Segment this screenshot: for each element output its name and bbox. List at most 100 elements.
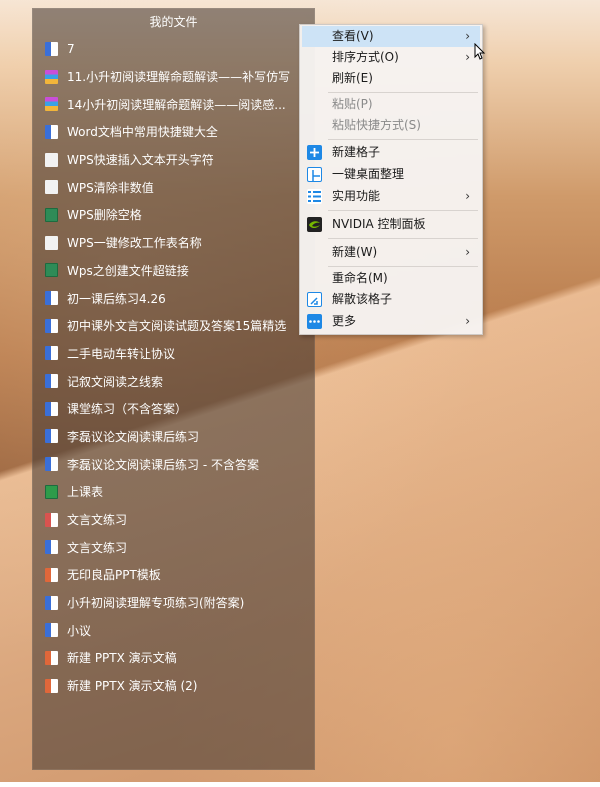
desktop-file-item[interactable]: 新建 PPTX 演示文稿 xyxy=(33,644,314,672)
menu-item-more-label: 更多 xyxy=(332,314,357,328)
menu-item-new-label: 新建(W) xyxy=(332,245,378,259)
menu-separator xyxy=(328,210,478,211)
word-doc-icon xyxy=(45,124,58,139)
desktop-file-item[interactable]: 7 xyxy=(33,35,314,63)
file-label: WPS清除非数值 xyxy=(67,180,154,195)
ppt-icon xyxy=(45,678,58,693)
desktop-file-item[interactable]: WPS删除空格 xyxy=(33,201,314,229)
spreadsheet-icon xyxy=(45,207,58,222)
menu-item-sort[interactable]: 排序方式(O) › xyxy=(302,47,480,68)
spreadsheet-icon xyxy=(45,263,58,278)
word-doc-icon xyxy=(45,595,58,610)
word-doc-icon xyxy=(45,291,58,306)
menu-item-nvidia[interactable]: NVIDIA 控制面板 xyxy=(302,214,480,235)
menu-item-refresh[interactable]: 刷新(E) xyxy=(302,68,480,89)
file-label: 文言文练习 xyxy=(67,513,128,528)
menu-item-utilities[interactable]: 实用功能 › xyxy=(302,186,480,207)
dissolve-icon xyxy=(307,292,322,307)
ppt-icon xyxy=(45,567,58,582)
desktop-file-item[interactable]: 文言文练习 xyxy=(33,506,314,534)
ppt-icon xyxy=(45,650,58,665)
fence-file-list: 7 11.小升初阅读理解命题解读——补写仿写 14小升初阅读理解命题解读——阅读感.… xyxy=(33,35,314,700)
word-doc-icon xyxy=(45,540,58,555)
file-label: 新建 PPTX 演示文稿 (2) xyxy=(67,679,198,694)
desktop-file-item[interactable]: 上课表 xyxy=(33,478,314,506)
desktop-file-item[interactable]: 记叙文阅读之线索 xyxy=(33,367,314,395)
layout-grid-icon xyxy=(307,167,322,182)
menu-item-paste-label: 粘贴(P) xyxy=(332,97,373,111)
desktop-fence[interactable]: 我的文件 7 11.小升初阅读理解命题解读——补写仿写 14小升初阅读理解命题解读—… xyxy=(32,8,315,770)
file-label: 初中课外文言文阅读试题及答案15篇精选 xyxy=(67,319,287,334)
submenu-arrow-icon: › xyxy=(465,245,470,259)
file-label: 记叙文阅读之线索 xyxy=(67,374,164,389)
menu-item-nvidia-label: NVIDIA 控制面板 xyxy=(332,217,426,231)
desktop-file-item[interactable]: 初中课外文言文阅读试题及答案15篇精选 xyxy=(33,312,314,340)
menu-item-dissolve-label: 解散该格子 xyxy=(332,292,393,306)
word-doc-icon xyxy=(45,457,58,472)
desktop-file-item[interactable]: Wps之创建文件超链接 xyxy=(33,257,314,285)
desktop-file-item[interactable]: 二手电动车转让协议 xyxy=(33,340,314,368)
file-label: WPS一键修改工作表名称 xyxy=(67,236,202,251)
file-label: 课堂练习（不含答案） xyxy=(67,402,188,417)
word-doc-icon xyxy=(45,623,58,638)
menu-separator xyxy=(328,139,478,140)
file-label: 初一课后练习4.26 xyxy=(67,291,166,306)
menu-item-rename[interactable]: 重命名(M) xyxy=(302,268,480,289)
blank-file-icon xyxy=(45,235,58,250)
file-label: 李磊议论文阅读课后练习 - 不含答案 xyxy=(67,457,259,472)
word-doc-icon xyxy=(45,41,58,56)
desktop-file-item[interactable]: 新建 PPTX 演示文稿 (2) xyxy=(33,672,314,700)
rar-archive-icon xyxy=(45,69,58,84)
menu-item-view-label: 查看(V) xyxy=(332,29,374,43)
file-label: 14小升初阅读理解命题解读——阅读感... xyxy=(67,97,286,112)
file-label: 文言文练习 xyxy=(67,540,128,555)
menu-item-dissolve[interactable]: 解散该格子 xyxy=(302,289,480,310)
desktop-file-item[interactable]: 李磊议论文阅读课后练习 xyxy=(33,423,314,451)
spreadsheet-icon xyxy=(45,484,58,499)
menu-item-new[interactable]: 新建(W) › xyxy=(302,242,480,263)
file-label: 7 xyxy=(67,41,75,56)
file-label: 小升初阅读理解专项练习(附答案) xyxy=(67,596,245,611)
menu-item-organize[interactable]: 一键桌面整理 xyxy=(302,164,480,185)
desktop-file-item[interactable]: WPS快速插入文本开头字符 xyxy=(33,146,314,174)
desktop-file-item[interactable]: 文言文练习 xyxy=(33,533,314,561)
file-label: WPS删除空格 xyxy=(67,208,142,223)
menu-item-rename-label: 重命名(M) xyxy=(332,271,388,285)
submenu-arrow-icon: › xyxy=(465,50,470,64)
menu-item-view[interactable]: 查看(V) › xyxy=(302,26,480,47)
fence-title[interactable]: 我的文件 xyxy=(33,9,314,35)
desktop-file-item[interactable]: 无印良品PPT模板 xyxy=(33,561,314,589)
desktop-file-item[interactable]: 14小升初阅读理解命题解读——阅读感... xyxy=(33,90,314,118)
desktop-file-item[interactable]: 小升初阅读理解专项练习(附答案) xyxy=(33,589,314,617)
desktop-file-item[interactable]: 初一课后练习4.26 xyxy=(33,284,314,312)
menu-item-organize-label: 一键桌面整理 xyxy=(332,167,405,181)
desktop-file-item[interactable]: 李磊议论文阅读课后练习 - 不含答案 xyxy=(33,450,314,478)
rar-archive-icon xyxy=(45,97,58,112)
word-doc-icon xyxy=(45,318,58,333)
menu-item-new-fence[interactable]: 新建格子 xyxy=(302,142,480,163)
menu-item-more[interactable]: 更多 › xyxy=(302,311,480,332)
desktop-file-item[interactable]: 课堂练习（不含答案） xyxy=(33,395,314,423)
menu-item-sort-label: 排序方式(O) xyxy=(332,50,399,64)
submenu-arrow-icon: › xyxy=(465,29,470,43)
desktop-file-item[interactable]: 11.小升初阅读理解命题解读——补写仿写 xyxy=(33,63,314,91)
desktop-file-item[interactable]: 小议 xyxy=(33,616,314,644)
file-label: 无印良品PPT模板 xyxy=(67,568,161,583)
file-label: 小议 xyxy=(67,623,92,638)
menu-item-paste[interactable]: 粘贴(P) xyxy=(302,94,480,115)
list-icon xyxy=(307,189,322,204)
menu-separator xyxy=(328,266,478,267)
menu-separator xyxy=(328,238,478,239)
desktop-file-item[interactable]: WPS清除非数值 xyxy=(33,173,314,201)
word-doc-icon xyxy=(45,429,58,444)
file-label: 新建 PPTX 演示文稿 xyxy=(67,651,177,666)
menu-item-paste-shortcut[interactable]: 粘贴快捷方式(S) xyxy=(302,115,480,136)
context-menu: 查看(V) › 排序方式(O) › 刷新(E) 粘贴(P) 粘贴快捷方式(S) … xyxy=(299,24,483,335)
plus-icon xyxy=(307,145,322,160)
desktop-file-item[interactable]: WPS一键修改工作表名称 xyxy=(33,229,314,257)
desktop-file-item[interactable]: Word文档中常用快捷键大全 xyxy=(33,118,314,146)
more-dots-icon xyxy=(307,314,322,329)
menu-item-paste-shortcut-label: 粘贴快捷方式(S) xyxy=(332,118,421,132)
word-doc-icon xyxy=(45,401,58,416)
bottom-strip xyxy=(0,782,600,787)
